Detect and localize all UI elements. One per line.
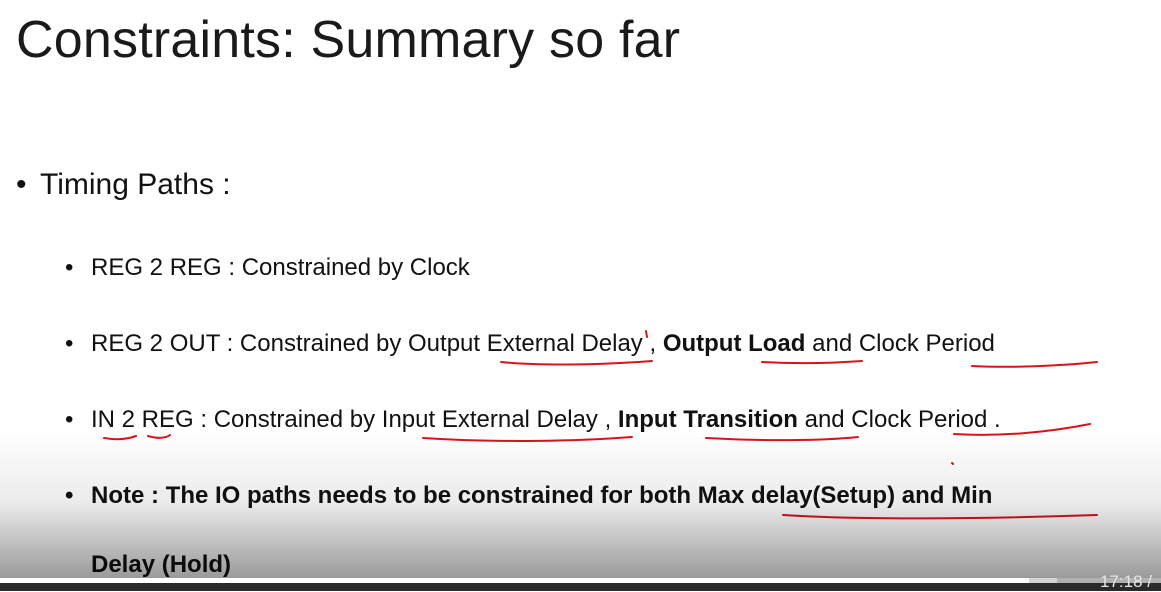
bullet-icon: •	[65, 482, 74, 509]
slide-title: Constraints: Summary so far	[16, 11, 681, 69]
list-item-bold: Input Transition	[617, 406, 798, 433]
bullet-icon: •	[65, 330, 74, 357]
underline-output-load	[761, 360, 863, 365]
heading-timing-paths: • Timing Paths :	[16, 168, 231, 202]
list-item-reg2out: • REG 2 OUT : Constrained by Output Exter…	[65, 330, 995, 358]
list-item-text: REG 2 OUT : Constrained by Output Extern…	[91, 330, 663, 357]
bullet-icon: •	[65, 406, 74, 433]
heading-text: Timing Paths :	[40, 168, 231, 201]
list-item-in2reg: • IN 2 REG : Constrained by Input Externa…	[65, 406, 1001, 434]
list-item-text: IN 2 REG : Constrained by Input External…	[91, 406, 618, 433]
list-item-bold: Output Load	[662, 330, 806, 357]
list-item-reg2reg: • REG 2 REG : Constrained by Clock	[65, 254, 470, 282]
bullet-icon: •	[16, 168, 27, 201]
list-item-text: REG 2 REG : Constrained by Clock	[91, 254, 470, 281]
note-text-continued: Delay (Hold)	[91, 551, 232, 578]
underline-max-delay-setup	[782, 514, 1098, 520]
time-display: 17:18 /	[1100, 572, 1152, 591]
list-item-note: • Note : The IO paths needs to be constra…	[65, 482, 992, 510]
slide: Constraints: Summary so far • Timing Path…	[0, 0, 1161, 591]
list-item-text-end: and Clock Period .	[797, 406, 1001, 433]
underline-input-transition	[705, 436, 859, 442]
bullet-icon: •	[65, 254, 74, 281]
note-text: Note : The IO paths needs to be constrai…	[91, 482, 993, 509]
list-item-text-end: and Clock Period	[805, 330, 995, 357]
underline-clock-period	[971, 361, 1098, 368]
underline-output-external	[500, 360, 653, 366]
player-controls-bar	[0, 583, 1161, 591]
underline-reg	[147, 434, 171, 439]
dot-mark	[951, 462, 954, 465]
underline-2	[103, 435, 137, 441]
underline-input-external	[422, 436, 633, 442]
